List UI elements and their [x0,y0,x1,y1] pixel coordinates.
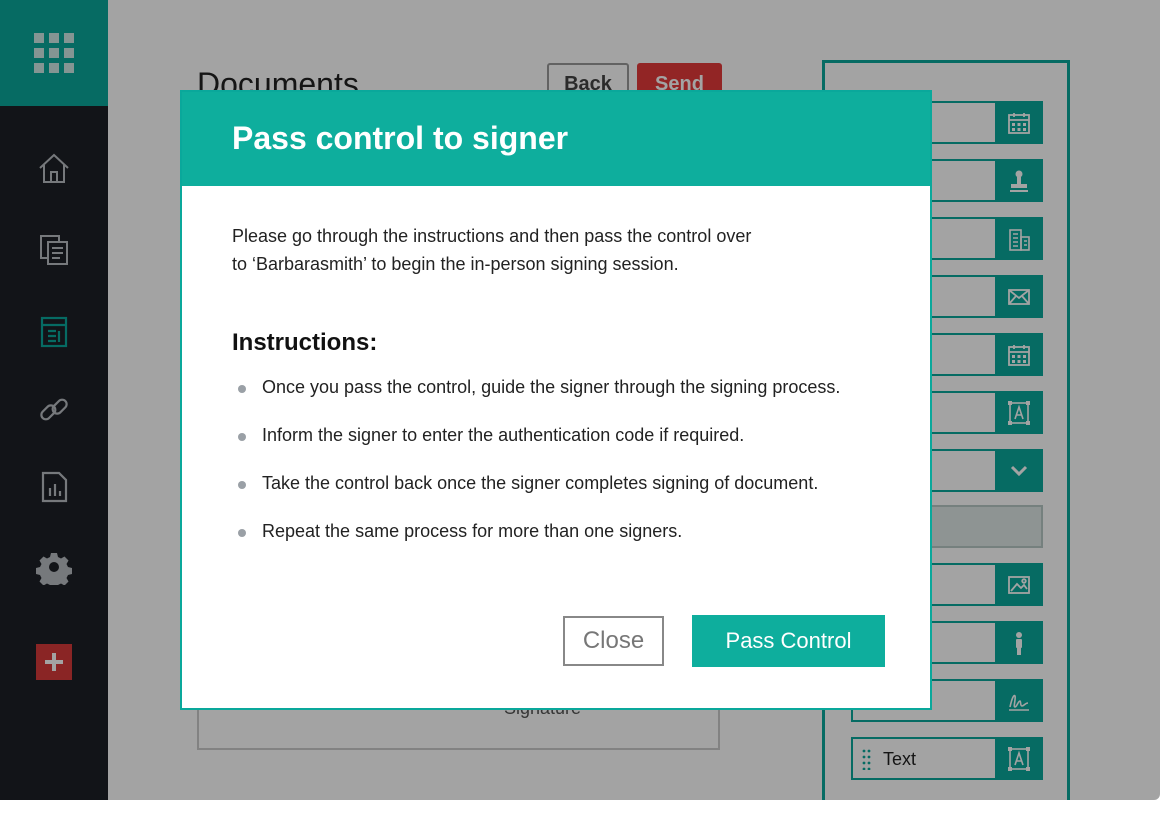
bullet-icon [238,433,246,441]
dialog-title: Pass control to signer [232,120,569,156]
instruction-text: Repeat the same process for more than on… [262,521,683,541]
dialog-header: Pass control to signer [182,92,930,186]
instruction-item: Repeat the same process for more than on… [238,520,840,568]
bullet-icon [238,385,246,393]
instruction-text: Take the control back once the signer co… [262,473,819,493]
intro-line: to ‘Barbarasmith’ to begin the in-person… [232,254,679,274]
bullet-icon [238,529,246,537]
instruction-item: Take the control back once the signer co… [238,472,840,520]
instructions-heading: Instructions: [232,329,378,356]
instructions-list: Once you pass the control, guide the sig… [238,376,840,568]
intro-line: Please go through the instructions and t… [232,226,752,246]
bullet-icon [238,481,246,489]
app-window: Documents Back Send Signature Dateopanyt… [0,0,1160,800]
dialog-intro: Please go through the instructions and t… [232,222,832,278]
instruction-text: Inform the signer to enter the authentic… [262,425,745,445]
pass-control-dialog: Pass control to signer Please go through… [180,90,932,710]
instruction-item: Inform the signer to enter the authentic… [238,424,840,472]
instruction-item: Once you pass the control, guide the sig… [238,376,840,424]
pass-control-button[interactable]: Pass Control [692,615,885,667]
close-button[interactable]: Close [563,616,664,666]
instruction-text: Once you pass the control, guide the sig… [262,377,841,397]
